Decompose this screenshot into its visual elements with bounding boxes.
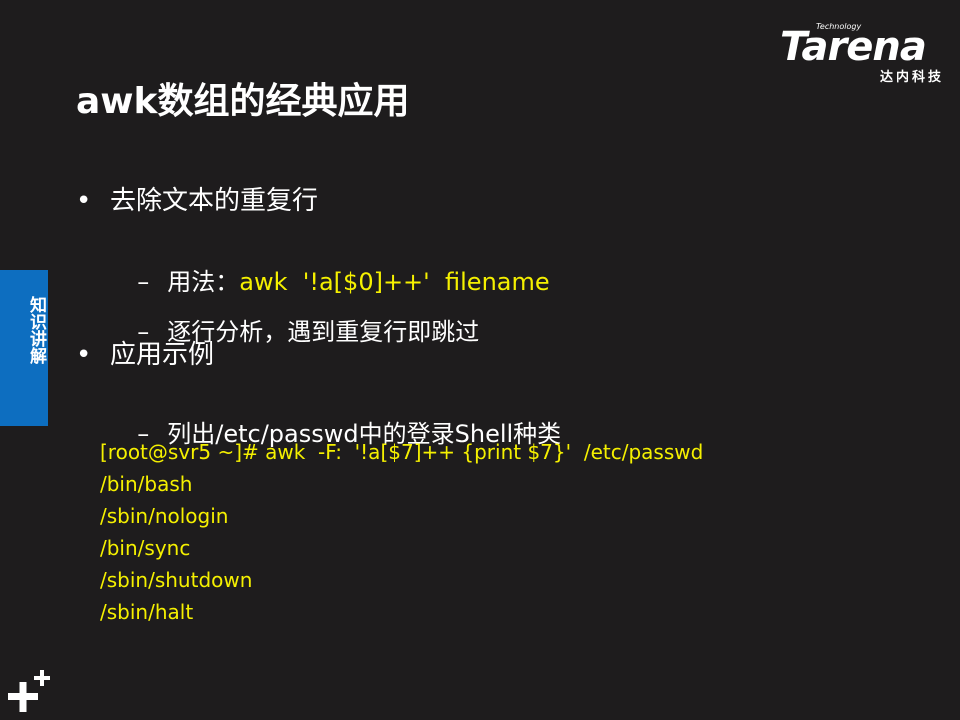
bullet-text: 去除文本的重复行 bbox=[110, 186, 319, 216]
code-line: /bin/sync bbox=[100, 536, 191, 560]
code-line: /bin/bash bbox=[100, 472, 193, 496]
side-tab-knowledge: 知识讲解 bbox=[0, 270, 48, 426]
logo-brand-text: Tarena bbox=[780, 24, 927, 70]
plus-icon bbox=[8, 670, 50, 712]
code-line: /sbin/nologin bbox=[100, 504, 229, 528]
sub-bullet-label: 逐行分析，遇到重复行即跳过 bbox=[167, 318, 480, 346]
bullet-dot: • bbox=[76, 186, 92, 216]
logo-sub-text: 达内科技 bbox=[879, 70, 944, 85]
bullet-item: • 去除文本的重复行 bbox=[76, 180, 318, 217]
code-line: [root@svr5 ~]# awk -F: '!a[$7]++ {print … bbox=[100, 440, 704, 464]
code-line: /sbin/shutdown bbox=[100, 568, 253, 592]
code-line: /sbin/halt bbox=[100, 600, 194, 624]
page-title: awk数组的经典应用 bbox=[76, 81, 410, 122]
side-tab-label: 知识讲解 bbox=[26, 296, 46, 364]
bullet-dot: • bbox=[76, 340, 92, 370]
bullet-text: 应用示例 bbox=[110, 340, 215, 370]
bullet-item: • 应用示例 bbox=[76, 334, 214, 371]
tarena-logo: Technology Tarena 达内科技 bbox=[780, 22, 944, 85]
code-block: [root@svr5 ~]# awk -F: '!a[$7]++ {print … bbox=[100, 436, 703, 628]
